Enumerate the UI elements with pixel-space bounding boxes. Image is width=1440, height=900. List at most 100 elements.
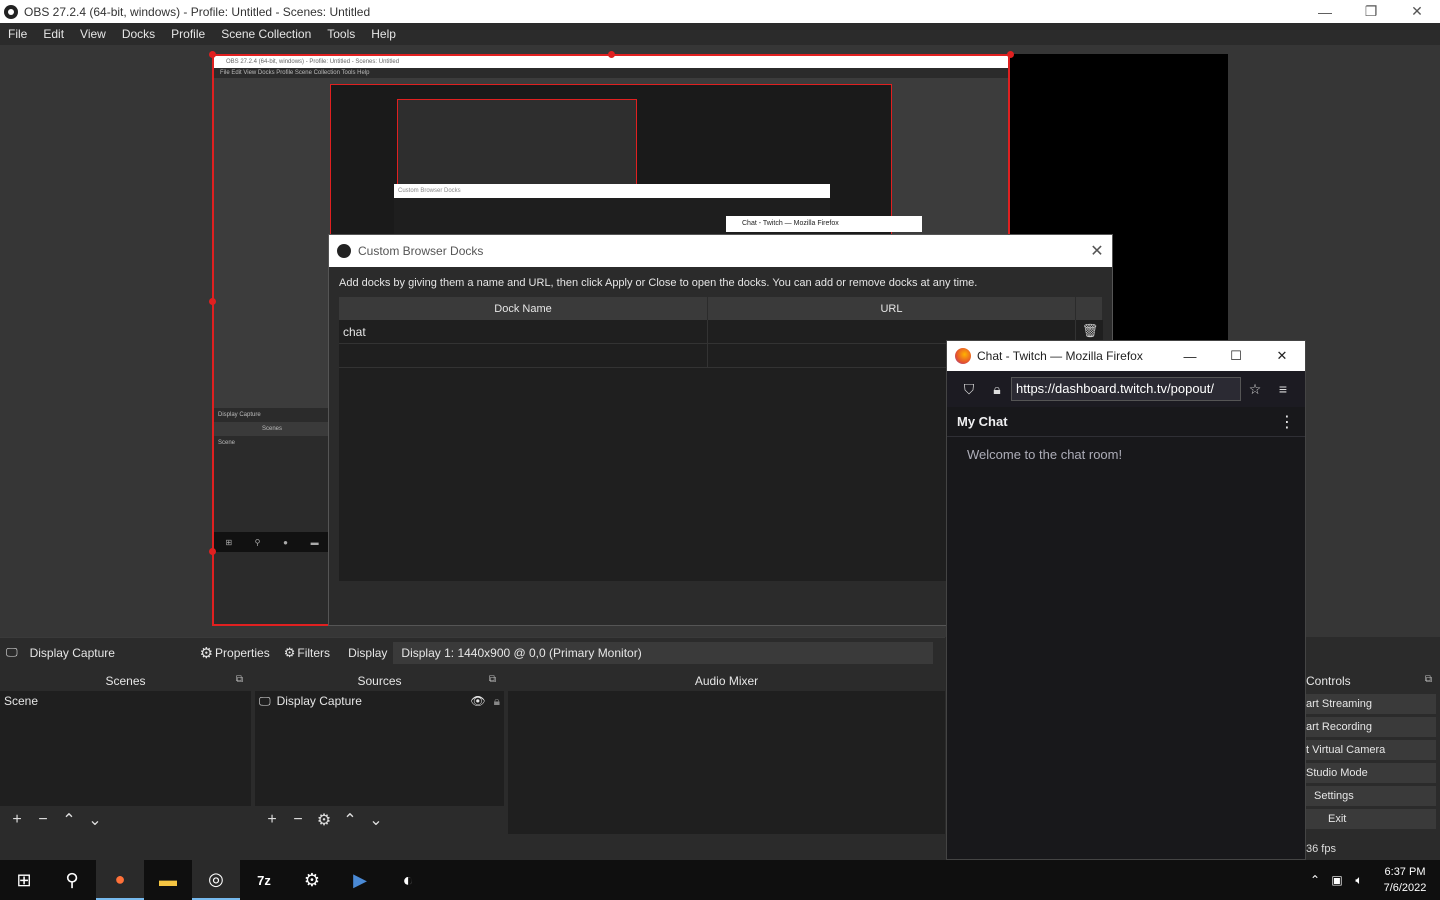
resize-handle[interactable] (209, 298, 216, 305)
lock-icon[interactable]: 🔒︎ (983, 381, 1011, 398)
remove-icon[interactable]: − (30, 811, 56, 829)
close-icon[interactable]: ✕ (1259, 348, 1305, 364)
chevron-up-icon[interactable]: ⌃ (1304, 873, 1326, 887)
start-streaming-button[interactable]: art Streaming (1306, 694, 1436, 714)
audio-mixer-header: Audio Mixer (508, 671, 945, 691)
window-title: OBS 27.2.4 (64-bit, windows) - Profile: … (24, 4, 371, 19)
search-icon[interactable]: ⚲ (48, 860, 96, 900)
source-name: Display Capture (276, 694, 362, 708)
col-actions (1076, 297, 1103, 320)
exit-button[interactable]: Exit (1306, 809, 1436, 829)
chat-welcome: Welcome to the chat room! (967, 447, 1123, 462)
display-label: Display (348, 645, 388, 660)
menu-file[interactable]: File (0, 27, 35, 41)
controls-panel: Controls ⧉ art Streaming art Recording t… (1306, 671, 1440, 861)
scenes-panel: Scenes ⧉ Scene + − ⌃ ⌄ (0, 671, 251, 834)
close-icon[interactable]: ✕ (1394, 0, 1440, 23)
nested-firefox-title: Chat - Twitch — Mozilla Firefox (726, 216, 922, 232)
display-select[interactable]: Display 1: 1440x900 @ 0,0 (Primary Monit… (393, 641, 934, 664)
trash-icon[interactable]: 🗑 (1081, 323, 1099, 341)
more-options-icon[interactable]: ⋮ (1279, 412, 1295, 432)
settings-taskbar-icon[interactable]: ⚙ (288, 860, 336, 900)
hamburger-menu-icon[interactable]: ≡ (1269, 381, 1297, 397)
shield-icon[interactable]: ⛉ (955, 381, 983, 398)
restore-icon[interactable]: ❐ (1348, 0, 1394, 23)
menu-help[interactable]: Help (363, 27, 404, 41)
menu-tools[interactable]: Tools (319, 27, 363, 41)
minimize-icon[interactable]: — (1302, 0, 1348, 23)
lock-icon[interactable]: 🔒︎ (494, 694, 500, 709)
file-explorer-icon[interactable]: ▬ (144, 860, 192, 900)
dialog-title: Custom Browser Docks (358, 244, 484, 258)
properties-button[interactable]: ⚙ Properties (200, 644, 270, 662)
scenes-title: Scenes (105, 674, 146, 688)
start-recording-button[interactable]: art Recording (1306, 717, 1436, 737)
powershell-icon[interactable]: ▶ (336, 860, 384, 900)
selected-source-label: Display Capture (29, 645, 115, 660)
firefox-icon (955, 348, 971, 364)
clock-time: 6:37 PM (1384, 866, 1426, 878)
resize-handle[interactable] (209, 548, 216, 555)
menu-profile[interactable]: Profile (163, 27, 213, 41)
menu-docks[interactable]: Docks (114, 27, 163, 41)
7zip-icon[interactable]: 7z (240, 860, 288, 900)
obs-icon (4, 4, 18, 19)
volume-icon[interactable]: 🔈︎ (1348, 873, 1370, 888)
star-icon[interactable]: ☆ (1241, 381, 1269, 398)
move-up-icon[interactable]: ⌃ (337, 810, 363, 830)
settings-button[interactable]: Settings (1306, 786, 1436, 806)
resize-handle[interactable] (1007, 51, 1014, 58)
nested-scenes-label: Scenes (214, 422, 330, 436)
scenes-footer: + − ⌃ ⌄ (0, 806, 251, 834)
app-icon[interactable]: ◐ (384, 860, 432, 900)
clock[interactable]: 6:37 PM 7/6/2022 (1370, 864, 1440, 896)
dock-name-cell-empty[interactable] (339, 344, 708, 367)
nested-menu: File Edit View Docks Profile Scene Colle… (214, 68, 1008, 78)
add-icon[interactable]: + (259, 811, 285, 829)
menu-view[interactable]: View (72, 27, 114, 41)
list-item[interactable]: 🖵︎ Display Capture 👁︎ 🔒︎ (255, 691, 504, 711)
move-down-icon[interactable]: ⌄ (363, 810, 389, 830)
url-bar[interactable]: https://dashboard.twitch.tv/popout/ (1011, 377, 1241, 401)
menu-bar: File Edit View Docks Profile Scene Colle… (0, 23, 1440, 45)
remove-icon[interactable]: − (285, 811, 311, 829)
network-icon[interactable]: ▣ (1326, 873, 1348, 887)
source-toolbar: 🖵︎ Display Capture ⚙ Properties ⚙ Filter… (0, 637, 945, 667)
windows-start-icon[interactable]: ⊞ (0, 860, 48, 900)
monitor-icon: 🖵︎ (6, 645, 18, 659)
undock-icon[interactable]: ⧉ (489, 674, 496, 685)
obs-taskbar-icon[interactable]: ◎ (192, 860, 240, 900)
resize-handle[interactable] (209, 51, 216, 58)
undock-icon[interactable]: ⧉ (1425, 674, 1432, 685)
firefox-titlebar: Chat - Twitch — Mozilla Firefox — ☐ ✕ (947, 341, 1305, 371)
list-item[interactable]: Scene (0, 691, 251, 711)
nested-taskbar: ⊞ ⚲ ● ▬ (214, 532, 330, 552)
close-icon[interactable]: ✕ (1082, 241, 1112, 261)
nested-sidebar: Display Capture Scenes Scene (214, 408, 330, 624)
menu-scene-collection[interactable]: Scene Collection (213, 27, 319, 41)
filters-icon: ⚙ (283, 644, 296, 660)
col-url[interactable]: URL (708, 297, 1076, 320)
menu-edit[interactable]: Edit (35, 27, 72, 41)
move-down-icon[interactable]: ⌄ (82, 810, 108, 830)
filters-button[interactable]: ⚙ Filters (284, 645, 330, 661)
nested-dialog-title: Custom Browser Docks (398, 188, 461, 194)
maximize-icon[interactable]: ☐ (1213, 348, 1259, 364)
dialog-help-text: Add docks by giving them a name and URL,… (339, 277, 978, 289)
undock-icon[interactable]: ⧉ (236, 674, 243, 685)
resize-handle[interactable] (608, 51, 615, 58)
studio-mode-button[interactable]: Studio Mode (1306, 763, 1436, 783)
eye-icon[interactable]: 👁︎ (470, 694, 485, 708)
firefox-taskbar-icon[interactable]: ● (96, 860, 144, 900)
add-icon[interactable]: + (4, 811, 30, 829)
dock-name-cell[interactable]: chat (339, 320, 708, 343)
move-up-icon[interactable]: ⌃ (56, 810, 82, 830)
minimize-icon[interactable]: — (1167, 349, 1213, 364)
col-dock-name[interactable]: Dock Name (339, 297, 708, 320)
scenes-header: Scenes ⧉ (0, 671, 251, 691)
firefox-window: Chat - Twitch — Mozilla Firefox — ☐ ✕ ⛉ … (946, 340, 1306, 860)
gear-icon[interactable]: ⚙ (311, 810, 337, 830)
fps-status: 36 fps (1306, 843, 1336, 855)
start-virtual-camera-button[interactable]: t Virtual Camera (1306, 740, 1436, 760)
nested-firefox-icon: ● (283, 537, 288, 547)
